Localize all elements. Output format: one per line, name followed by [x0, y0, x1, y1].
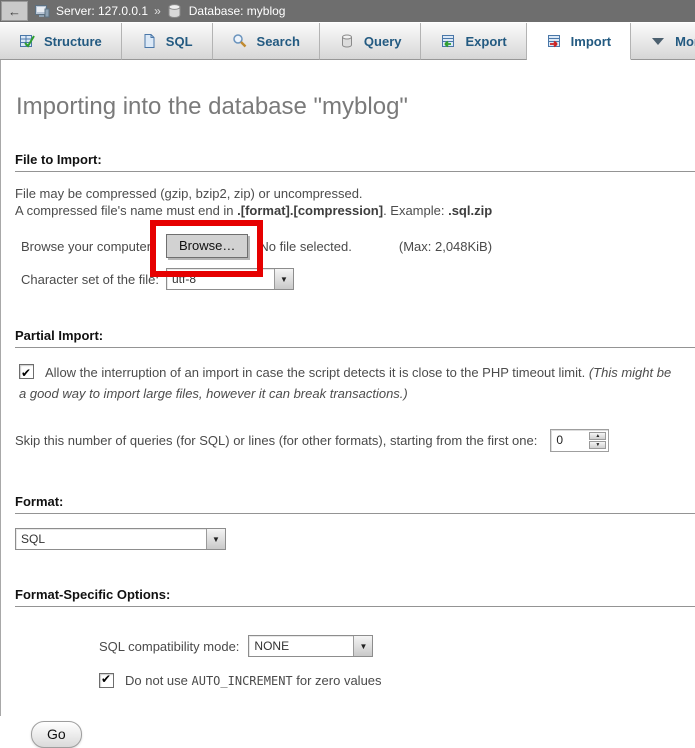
- tab-import[interactable]: Import: [527, 23, 631, 60]
- tab-search[interactable]: Search: [213, 23, 320, 60]
- breadcrumb-database[interactable]: Database: myblog: [189, 4, 286, 18]
- browse-button[interactable]: Browse…: [166, 234, 248, 258]
- auto-increment-row: Do not use AUTO_INCREMENT for zero value…: [99, 673, 695, 688]
- section-heading-partial-import: Partial Import:: [15, 328, 695, 348]
- browse-label: Browse your computer:: [21, 239, 166, 254]
- section-heading-file-to-import: File to Import:: [15, 152, 695, 172]
- skip-queries-label: Skip this number of queries (for SQL) or…: [15, 433, 537, 448]
- back-button[interactable]: ←: [1, 1, 28, 21]
- auto-increment-label: Do not use AUTO_INCREMENT for zero value…: [125, 673, 382, 688]
- sql-icon: [141, 33, 157, 49]
- format-select[interactable]: SQL: [15, 528, 226, 550]
- format-compression-pattern: .[format].[compression]: [237, 203, 383, 218]
- example-extension: .sql.zip: [448, 203, 492, 218]
- database-icon: [167, 3, 183, 19]
- compression-help-text: File may be compressed (gzip, bzip2, zip…: [15, 185, 695, 219]
- tab-label: Export: [465, 34, 506, 49]
- format-row: SQL: [15, 528, 695, 550]
- chevron-down-icon: [650, 33, 666, 49]
- tab-structure[interactable]: Structure: [0, 23, 122, 60]
- tab-export[interactable]: Export: [421, 23, 526, 60]
- allow-interruption-text: Allow the interruption of an import in c…: [45, 365, 589, 380]
- server-icon: [34, 3, 50, 19]
- allow-interruption-checkbox[interactable]: [19, 364, 34, 379]
- auto-increment-checkbox[interactable]: [99, 673, 114, 688]
- tab-label: Import: [571, 34, 611, 49]
- sql-compatibility-label: SQL compatibility mode:: [99, 639, 239, 654]
- format-selected-value: SQL: [16, 529, 206, 549]
- tab-sql[interactable]: SQL: [122, 23, 213, 60]
- export-icon: [440, 33, 456, 49]
- dropdown-arrow-icon: [274, 269, 293, 289]
- spin-up-button[interactable]: [589, 432, 606, 440]
- browse-row: Browse your computer: Browse… No file se…: [21, 234, 695, 258]
- tab-query[interactable]: Query: [320, 23, 422, 60]
- dropdown-arrow-icon: [353, 636, 372, 656]
- tab-label: Search: [257, 34, 300, 49]
- sql-compatibility-row: SQL compatibility mode: NONE: [99, 634, 695, 658]
- query-icon: [339, 33, 355, 49]
- search-icon: [232, 33, 248, 49]
- page-title: Importing into the database "myblog": [1, 60, 695, 121]
- charset-selected-value: utf-8: [167, 269, 274, 289]
- import-page: Importing into the database "myblog" Fil…: [0, 60, 695, 716]
- max-size-note: (Max: 2,048KiB): [399, 239, 492, 254]
- sql-compatibility-value: NONE: [249, 636, 353, 656]
- auto-increment-prefix: Do not use: [125, 673, 192, 688]
- help-line2-mid: . Example:: [383, 203, 448, 218]
- skip-queries-row: Skip this number of queries (for SQL) or…: [15, 427, 695, 453]
- charset-row: Character set of the file: utf-8: [21, 267, 695, 291]
- tab-label: SQL: [166, 34, 193, 49]
- tab-label: Structure: [44, 34, 102, 49]
- spin-down-button[interactable]: [589, 441, 606, 449]
- dropdown-arrow-icon: [206, 529, 225, 549]
- tab-label: Query: [364, 34, 402, 49]
- auto-increment-suffix: for zero values: [293, 673, 382, 688]
- tab-more[interactable]: More: [631, 23, 695, 60]
- auto-increment-keyword: AUTO_INCREMENT: [192, 674, 293, 688]
- help-line1: File may be compressed (gzip, bzip2, zip…: [15, 186, 363, 201]
- section-heading-format-specific-options: Format-Specific Options:: [15, 587, 695, 607]
- sql-compatibility-select[interactable]: NONE: [248, 635, 373, 657]
- skip-queries-value: 0: [551, 430, 589, 451]
- tab-label: More: [675, 34, 695, 49]
- help-line2: A compressed file's name must end in .[f…: [15, 202, 695, 219]
- spinner-buttons: [589, 432, 606, 449]
- breadcrumb-bar: ← Server: 127.0.0.1 » Database: myblog: [0, 0, 695, 22]
- section-heading-format: Format:: [15, 494, 695, 514]
- breadcrumb-server[interactable]: Server: 127.0.0.1: [56, 4, 148, 18]
- no-file-selected-text: No file selected.: [259, 239, 352, 254]
- import-icon: [546, 33, 562, 49]
- allow-interruption-row: Allow the interruption of an import in c…: [19, 362, 681, 404]
- breadcrumb-separator: »: [154, 4, 161, 18]
- tab-bar: Structure SQL Search Query: [0, 22, 695, 60]
- charset-select[interactable]: utf-8: [166, 268, 294, 290]
- structure-icon: [19, 33, 35, 49]
- charset-label: Character set of the file:: [21, 272, 166, 287]
- go-row: Go: [31, 721, 695, 748]
- go-button[interactable]: Go: [31, 721, 82, 748]
- help-line2-prefix: A compressed file's name must end in: [15, 203, 237, 218]
- skip-queries-input[interactable]: 0: [550, 429, 609, 452]
